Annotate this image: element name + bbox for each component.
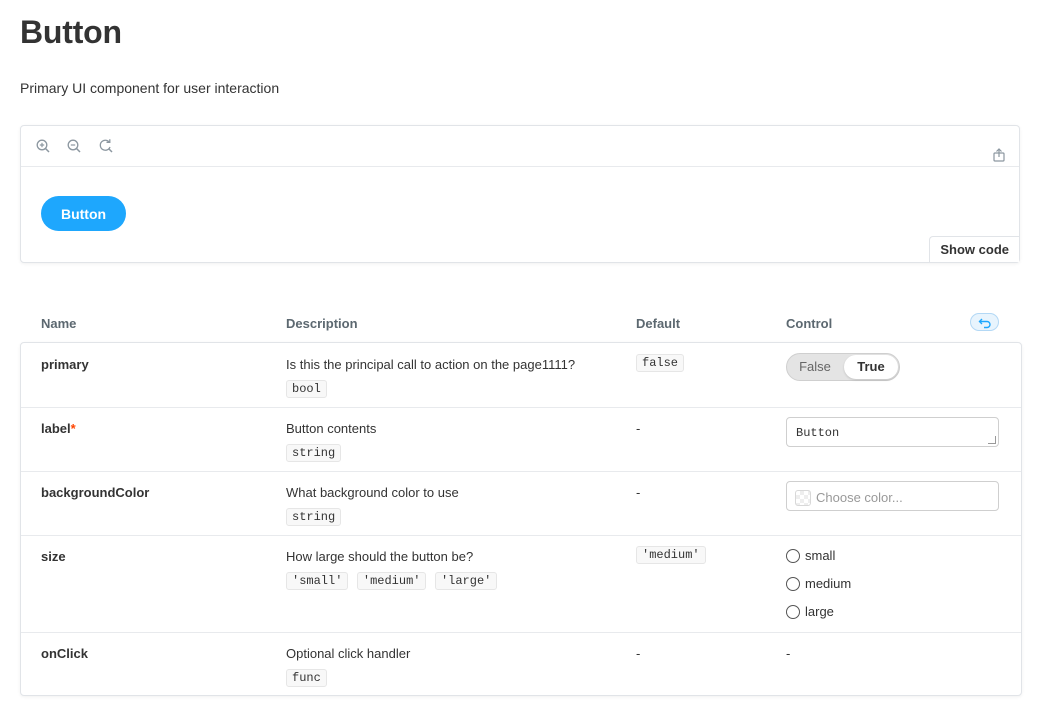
arg-description: Is this the principal call to action on … bbox=[286, 357, 576, 372]
reset-zoom-icon[interactable] bbox=[98, 138, 114, 154]
arg-control: False True bbox=[786, 353, 900, 381]
arg-description: Button contents bbox=[286, 421, 377, 436]
page-subtitle: Primary UI component for user interactio… bbox=[20, 80, 280, 96]
label-input-value: Button bbox=[796, 426, 840, 440]
toggle-option-false[interactable]: False bbox=[787, 354, 843, 380]
arg-control: Button bbox=[786, 417, 999, 447]
color-input-placeholder: Choose color... bbox=[816, 490, 903, 505]
arg-description: What background color to use bbox=[286, 485, 459, 500]
arg-types: string bbox=[286, 507, 345, 526]
default-value: false bbox=[636, 354, 685, 372]
default-value: 'medium' bbox=[636, 546, 706, 564]
table-row: label* Button contents string - Button bbox=[21, 407, 1021, 472]
arg-name: onClick bbox=[41, 646, 88, 661]
arg-default: - bbox=[636, 485, 641, 500]
label-text-input[interactable]: Button bbox=[786, 417, 999, 447]
args-table-header: Name Description Default Control bbox=[20, 310, 1020, 340]
boolean-toggle[interactable]: False True bbox=[786, 353, 900, 381]
type-tag: 'small' bbox=[286, 572, 349, 590]
page-title: Button bbox=[20, 14, 122, 50]
args-table: primary Is this the principal call to ac… bbox=[20, 342, 1022, 696]
type-tag: string bbox=[286, 444, 342, 462]
type-tag: bool bbox=[286, 380, 327, 398]
arg-control-empty: - bbox=[786, 646, 791, 661]
arg-default: - bbox=[636, 646, 641, 661]
column-header-control: Control bbox=[786, 316, 833, 331]
arg-types: bool bbox=[286, 379, 331, 398]
radio-label: small bbox=[805, 548, 836, 563]
radio-button[interactable] bbox=[786, 549, 800, 563]
table-row: size How large should the button be? 'sm… bbox=[21, 535, 1021, 633]
preview-toolbar bbox=[21, 126, 1019, 167]
zoom-in-icon[interactable] bbox=[35, 138, 51, 154]
radio-button[interactable] bbox=[786, 605, 800, 619]
primary-button-demo[interactable]: Button bbox=[41, 196, 126, 231]
color-picker-input[interactable]: Choose color... bbox=[786, 481, 999, 511]
share-icon[interactable] bbox=[991, 147, 1007, 163]
column-header-default: Default bbox=[636, 316, 681, 331]
arg-name-text: label bbox=[41, 421, 71, 436]
arg-default: - bbox=[636, 421, 641, 436]
radio-label: medium bbox=[805, 576, 852, 591]
reset-controls-button[interactable] bbox=[970, 313, 999, 331]
table-row: primary Is this the principal call to ac… bbox=[21, 343, 1021, 408]
show-code-button[interactable]: Show code bbox=[929, 236, 1019, 262]
arg-name: primary bbox=[41, 357, 89, 372]
column-header-description: Description bbox=[286, 316, 358, 331]
arg-description: How large should the button be? bbox=[286, 549, 474, 564]
column-header-name: Name bbox=[41, 316, 77, 331]
type-tag: 'large' bbox=[434, 572, 498, 590]
arg-default: 'medium' bbox=[636, 545, 710, 564]
color-swatch-icon[interactable] bbox=[795, 490, 811, 506]
required-mark: * bbox=[70, 421, 76, 436]
radio-label: large bbox=[805, 604, 834, 619]
arg-name: backgroundColor bbox=[41, 485, 150, 500]
arg-types: 'small' 'medium' 'large' bbox=[286, 571, 501, 590]
arg-control: Choose color... bbox=[786, 481, 999, 511]
arg-name: size bbox=[41, 549, 66, 564]
arg-default: false bbox=[636, 353, 688, 372]
toggle-option-true[interactable]: True bbox=[844, 355, 898, 379]
table-row: onClick Optional click handler func - - bbox=[21, 632, 1021, 695]
arg-name: label* bbox=[41, 421, 76, 436]
arg-types: func bbox=[286, 668, 331, 687]
arg-types: string bbox=[286, 443, 345, 462]
type-tag: func bbox=[286, 669, 327, 687]
radio-button[interactable] bbox=[786, 577, 800, 591]
type-tag: 'medium' bbox=[356, 572, 427, 590]
undo-icon bbox=[978, 318, 991, 329]
table-row: backgroundColor What background color to… bbox=[21, 471, 1021, 536]
zoom-out-icon[interactable] bbox=[66, 138, 82, 154]
type-tag: string bbox=[286, 508, 342, 526]
story-preview-panel: Button Show code bbox=[20, 125, 1020, 263]
resize-grip-icon[interactable] bbox=[988, 436, 996, 444]
arg-description: Optional click handler bbox=[286, 646, 411, 661]
